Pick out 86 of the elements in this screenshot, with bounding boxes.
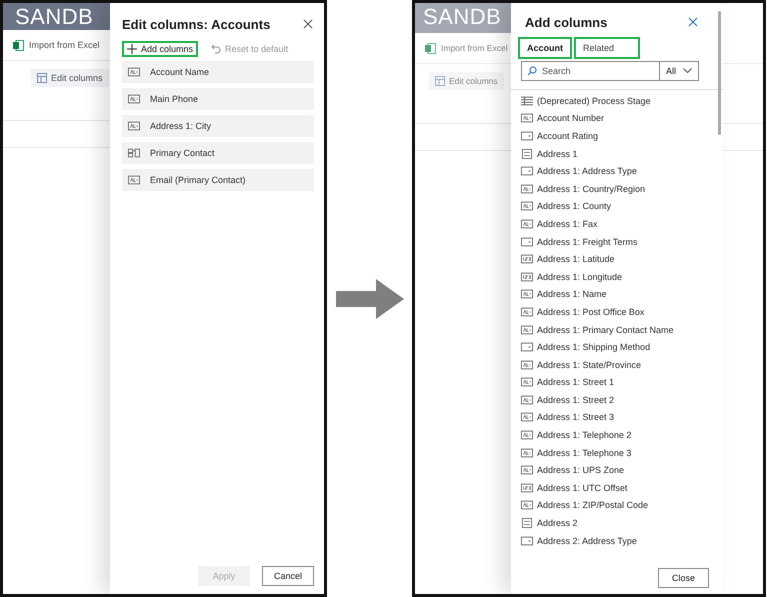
- text-field-icon: [521, 377, 533, 388]
- arrow-icon: [336, 278, 404, 318]
- column-item[interactable]: (Deprecated) Process Stage: [521, 92, 723, 110]
- column-item[interactable]: Address 1: Post Office Box: [521, 303, 723, 321]
- table-icon: [435, 76, 445, 86]
- chevron-down-icon: [683, 68, 692, 74]
- column-item[interactable]: Address 1: Primary Contact Name: [521, 320, 723, 338]
- column-item[interactable]: Address 1: Street 3: [521, 408, 723, 426]
- grid-list-icon: [521, 96, 533, 106]
- column-item[interactable]: Address 1: [521, 144, 723, 162]
- text-field-icon: [521, 184, 533, 194]
- text-field-icon: [521, 394, 533, 405]
- cancel-button[interactable]: Cancel: [262, 566, 314, 586]
- column-item[interactable]: Address 1: Fax: [521, 215, 723, 233]
- multiline-text-icon: [521, 148, 533, 159]
- column-item[interactable]: Address 1: Street 1: [521, 374, 723, 392]
- column-item[interactable]: Address 1: Longitude: [521, 268, 723, 286]
- edit-columns-button[interactable]: Edit columns: [31, 69, 109, 87]
- option-set-icon: [521, 536, 533, 546]
- text-field-icon: [521, 465, 533, 476]
- option-set-icon: [521, 166, 533, 176]
- tab[interactable]: Related: [574, 37, 640, 59]
- close-icon[interactable]: [687, 16, 699, 28]
- panel-title: Add columns: [525, 14, 608, 30]
- number-field-icon: [521, 272, 533, 282]
- filter-dropdown[interactable]: All: [660, 61, 699, 81]
- text-field-icon: [521, 448, 533, 458]
- search-icon: [527, 66, 537, 76]
- text-field-icon: [128, 121, 140, 131]
- column-item[interactable]: Address 1: Telephone 2: [521, 426, 723, 444]
- column-item[interactable]: Address 1: Street 2: [521, 391, 723, 409]
- tab[interactable]: Account: [518, 37, 572, 59]
- column-item[interactable]: Main Phone: [122, 88, 314, 110]
- text-field-icon: [521, 218, 533, 229]
- column-item[interactable]: Address 2: [521, 514, 723, 532]
- text-field-icon: [521, 412, 533, 422]
- text-field-icon: [521, 289, 533, 300]
- text-field-icon: [521, 430, 533, 440]
- text-field-icon: [128, 175, 140, 185]
- option-set-icon: [521, 342, 533, 352]
- column-item[interactable]: Address 1: Shipping Method: [521, 338, 723, 356]
- table-icon: [37, 73, 47, 83]
- multiline-text-icon: [521, 518, 533, 528]
- column-item[interactable]: Address 1: Country/Region: [521, 180, 723, 198]
- column-item[interactable]: Address 2: Address Type: [521, 532, 723, 550]
- column-item[interactable]: Address 1: UTC Offset: [521, 479, 723, 497]
- option-set-icon: [521, 130, 533, 141]
- text-field-icon: [521, 500, 533, 510]
- text-field-icon: [521, 306, 533, 317]
- text-field-icon: [128, 67, 140, 77]
- column-item[interactable]: Email (Primary Contact): [122, 169, 314, 191]
- column-item[interactable]: Address 1: State/Province: [521, 356, 723, 374]
- lookup-field-icon: [128, 148, 140, 158]
- close-button[interactable]: Close: [658, 568, 709, 588]
- text-field-icon: [521, 360, 533, 370]
- text-field-icon: [128, 94, 140, 104]
- column-item[interactable]: Account Rating: [521, 127, 723, 145]
- column-item[interactable]: Address 1: Freight Terms: [521, 232, 723, 250]
- text-field-icon: [521, 113, 533, 124]
- column-item[interactable]: Address 1: County: [521, 198, 723, 216]
- add-columns-button[interactable]: Add columns: [122, 41, 198, 57]
- spreadsheet-icon: [13, 40, 24, 50]
- column-item[interactable]: Address 1: ZIP/Postal Code: [521, 496, 723, 514]
- undo-icon: [211, 44, 222, 54]
- column-item[interactable]: Address 1: City: [122, 115, 314, 137]
- search-field[interactable]: Search: [521, 61, 660, 81]
- column-item[interactable]: Address 1: Telephone 3: [521, 444, 723, 462]
- text-field-icon: [521, 324, 533, 335]
- column-item[interactable]: Account Name: [122, 61, 314, 83]
- column-item[interactable]: Address 1: Name: [521, 286, 723, 304]
- app-header: SANDB: [415, 3, 511, 33]
- close-icon[interactable]: [302, 18, 314, 30]
- scrollbar[interactable]: [718, 11, 721, 135]
- column-item[interactable]: Account Number: [521, 110, 723, 128]
- spreadsheet-icon: [425, 42, 436, 54]
- import-command[interactable]: Import from Excel: [29, 40, 100, 50]
- column-item[interactable]: Address 1: Latitude: [521, 250, 723, 268]
- column-item[interactable]: Address 1: Address Type: [521, 162, 723, 180]
- column-item[interactable]: Address 1: UPS Zone: [521, 461, 723, 480]
- column-item[interactable]: Primary Contact: [122, 142, 314, 164]
- option-set-icon: [521, 236, 533, 247]
- number-field-icon: [521, 482, 533, 493]
- number-field-icon: [521, 254, 533, 264]
- import-command[interactable]: Import from Excel: [441, 43, 508, 53]
- plus-icon: [127, 44, 137, 54]
- text-field-icon: [521, 201, 533, 212]
